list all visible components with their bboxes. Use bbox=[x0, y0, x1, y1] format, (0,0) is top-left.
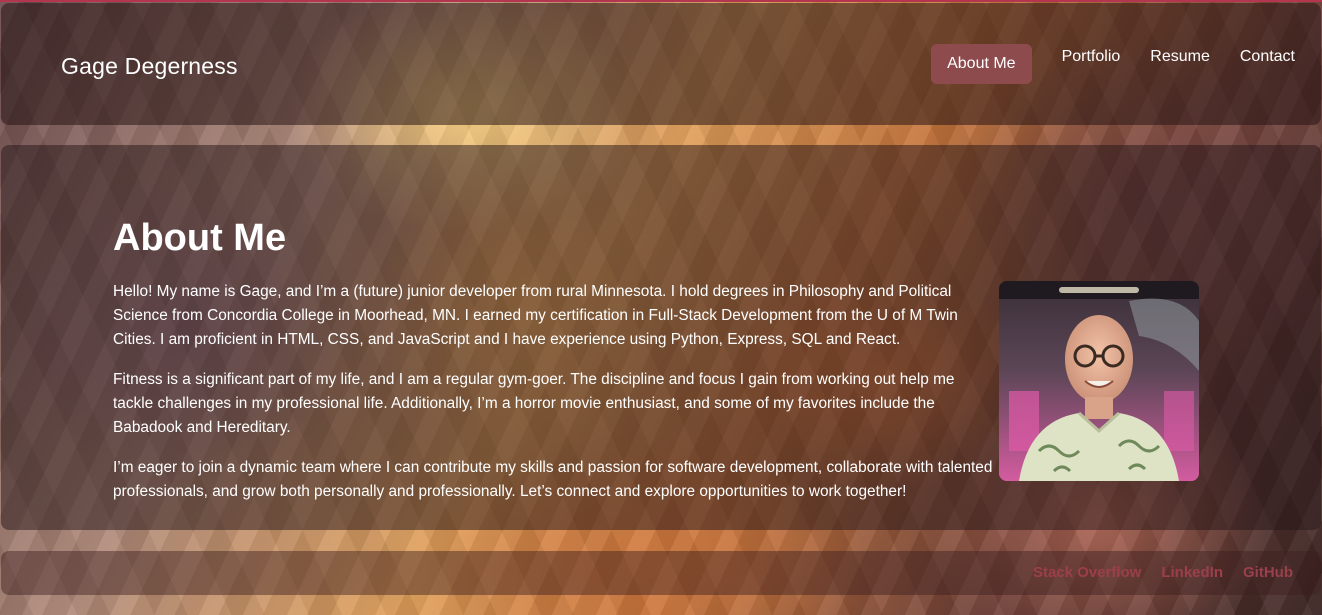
profile-photo bbox=[999, 281, 1199, 481]
nav-resume[interactable]: Resume bbox=[1150, 44, 1210, 66]
about-section: About Me Hello! My name is Gage, and I’m… bbox=[1, 145, 1321, 530]
social-links: Stack Overflow LinkedIn GitHub bbox=[1013, 564, 1293, 581]
top-accent-line bbox=[0, 0, 1322, 2]
nav-portfolio[interactable]: Portfolio bbox=[1062, 44, 1121, 66]
main-nav: About Me Portfolio Resume Contact bbox=[901, 44, 1295, 84]
link-github[interactable]: GitHub bbox=[1243, 564, 1293, 581]
link-linkedin[interactable]: LinkedIn bbox=[1161, 564, 1223, 581]
site-brand[interactable]: Gage Degerness bbox=[61, 53, 238, 80]
page-title: About Me bbox=[113, 217, 287, 259]
bio-paragraph-2: Fitness is a significant part of my life… bbox=[113, 371, 955, 436]
portrait-illustration bbox=[999, 281, 1199, 481]
site-footer: Stack Overflow LinkedIn GitHub bbox=[1, 551, 1321, 595]
link-stack-overflow[interactable]: Stack Overflow bbox=[1033, 564, 1141, 581]
nav-contact[interactable]: Contact bbox=[1240, 44, 1295, 66]
bio-paragraph-1: Hello! My name is Gage, and I’m a (futur… bbox=[113, 283, 958, 348]
nav-about-me[interactable]: About Me bbox=[931, 44, 1032, 84]
bio-paragraph-3: I’m eager to join a dynamic team where I… bbox=[113, 459, 993, 500]
bio-text: Hello! My name is Gage, and I’m a (futur… bbox=[113, 280, 1013, 520]
site-header: Gage Degerness About Me Portfolio Resume… bbox=[1, 3, 1321, 125]
